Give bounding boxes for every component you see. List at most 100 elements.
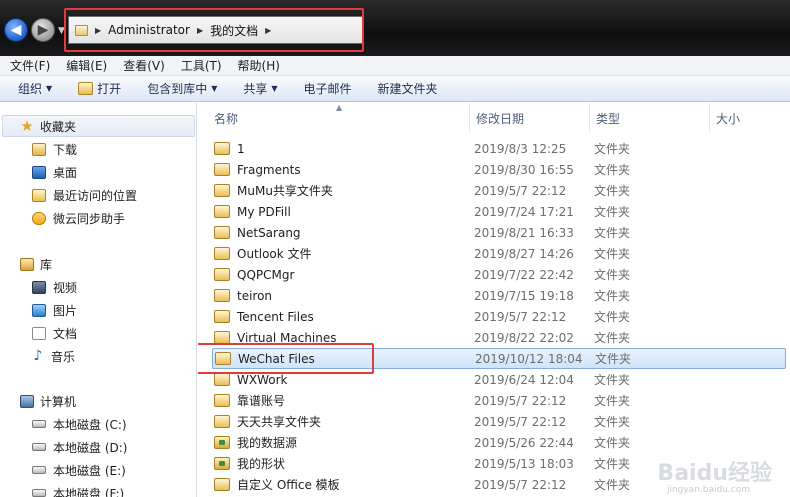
file-type: 文件夹 bbox=[595, 352, 632, 366]
nav-item-videos[interactable]: 视频 bbox=[0, 276, 196, 298]
nav-item-label: 下载 bbox=[53, 142, 78, 157]
include-library-button[interactable]: 包含到库中 ▼ bbox=[147, 80, 217, 97]
nav-item-label: 音乐 bbox=[51, 349, 76, 364]
file-row[interactable]: WeChat Files 2019/10/12 18:04 文件夹 bbox=[212, 348, 786, 369]
hard-disk-icon bbox=[32, 443, 46, 451]
menu-view[interactable]: 查看(V) bbox=[123, 57, 165, 74]
nav-item-pictures[interactable]: 图片 bbox=[0, 299, 196, 321]
file-name-cell: WeChat Files bbox=[215, 352, 315, 366]
file-row[interactable]: Virtual Machines 2019/8/22 22:02 文件夹 bbox=[212, 327, 786, 348]
organize-button[interactable]: 组织 ▼ bbox=[18, 80, 52, 97]
file-row[interactable]: QQPCMgr 2019/7/22 22:42 文件夹 bbox=[212, 264, 786, 285]
nav-item-disk-d[interactable]: 本地磁盘 (D:) bbox=[0, 436, 196, 458]
file-list-pane: ▲ 名称 修改日期 类型 大小 1 2019/8/3 12:25 文件夹 Fragme… bbox=[198, 103, 790, 497]
column-header-size[interactable]: 大小 bbox=[710, 103, 790, 133]
file-type: 文件夹 bbox=[594, 478, 631, 492]
file-row[interactable]: Tencent Files 2019/5/7 22:12 文件夹 bbox=[212, 306, 786, 327]
recent-pages-dropdown-icon[interactable]: ▼ bbox=[58, 26, 65, 36]
file-name-cell: 靠谱账号 bbox=[214, 392, 285, 409]
folder-icon bbox=[214, 268, 230, 281]
file-modified: 2019/8/3 12:25 bbox=[474, 141, 567, 156]
include-library-label: 包含到库中 bbox=[147, 82, 208, 96]
file-row[interactable]: My PDFill 2019/7/24 17:21 文件夹 bbox=[212, 201, 786, 222]
file-type: 文件夹 bbox=[594, 268, 631, 282]
file-modified: 2019/7/22 22:42 bbox=[474, 267, 574, 282]
file-row[interactable]: MuMu共享文件夹 2019/5/7 22:12 文件夹 bbox=[212, 180, 786, 201]
share-button[interactable]: 共享 ▼ bbox=[243, 80, 277, 97]
file-name-cell: teiron bbox=[214, 289, 272, 303]
nav-item-documents[interactable]: 文档 bbox=[0, 322, 196, 344]
file-row[interactable]: 我的数据源 2019/5/26 22:44 文件夹 bbox=[212, 432, 786, 453]
file-row[interactable]: Fragments 2019/8/30 16:55 文件夹 bbox=[212, 159, 786, 180]
nav-item-downloads[interactable]: 下载 bbox=[0, 138, 196, 160]
column-header-type[interactable]: 类型 bbox=[590, 103, 710, 133]
menu-tools[interactable]: 工具(T) bbox=[181, 57, 222, 74]
file-type: 文件夹 bbox=[594, 394, 631, 408]
folder-icon bbox=[215, 352, 231, 365]
recent-places-icon bbox=[32, 188, 46, 202]
file-row[interactable]: teiron 2019/7/15 19:18 文件夹 bbox=[212, 285, 786, 306]
chevron-right-icon[interactable]: ▶ bbox=[265, 26, 271, 35]
column-headers: ▲ 名称 修改日期 类型 大小 bbox=[198, 103, 790, 133]
file-row[interactable]: NetSarang 2019/8/21 16:33 文件夹 bbox=[212, 222, 786, 243]
file-type: 文件夹 bbox=[594, 373, 631, 387]
chevron-right-icon[interactable]: ▶ bbox=[197, 26, 203, 35]
menu-file[interactable]: 文件(F) bbox=[10, 57, 50, 74]
file-row[interactable]: Outlook 文件 2019/8/27 14:26 文件夹 bbox=[212, 243, 786, 264]
file-modified: 2019/8/30 16:55 bbox=[474, 162, 574, 177]
command-bar: 组织 ▼ 打开 包含到库中 ▼ 共享 ▼ 电子邮件 新建文件夹 bbox=[0, 76, 790, 102]
open-button[interactable]: 打开 bbox=[78, 80, 121, 97]
nav-item-desktop[interactable]: 桌面 bbox=[0, 161, 196, 183]
nav-item-label: 视频 bbox=[53, 280, 78, 295]
video-library-icon bbox=[32, 280, 46, 294]
nav-favorites[interactable]: ★ 收藏夹 bbox=[2, 115, 195, 137]
file-row[interactable]: 天天共享文件夹 2019/5/7 22:12 文件夹 bbox=[212, 411, 786, 432]
file-name: MuMu共享文件夹 bbox=[237, 184, 333, 198]
column-type-label: 类型 bbox=[596, 111, 621, 126]
folder-icon bbox=[214, 310, 230, 323]
hard-disk-icon bbox=[32, 420, 46, 428]
back-button[interactable]: ◀ bbox=[4, 18, 28, 42]
column-header-modified[interactable]: 修改日期 bbox=[470, 103, 590, 133]
file-modified: 2019/5/7 22:12 bbox=[474, 183, 567, 198]
nav-item-music[interactable]: ♪ 音乐 bbox=[0, 345, 196, 367]
file-modified: 2019/8/27 14:26 bbox=[474, 246, 574, 261]
file-name: WXWork bbox=[237, 372, 288, 387]
nav-item-weiyun[interactable]: 微云同步助手 bbox=[0, 207, 196, 229]
breadcrumb-segment[interactable]: 我的文档 bbox=[210, 22, 258, 39]
nav-computer[interactable]: 计算机 bbox=[0, 390, 196, 412]
file-row[interactable]: 1 2019/8/3 12:25 文件夹 bbox=[212, 138, 786, 159]
caret-down-icon: ▼ bbox=[211, 84, 218, 93]
caret-down-icon: ▼ bbox=[46, 84, 53, 93]
breadcrumb-segment[interactable]: Administrator bbox=[108, 23, 190, 37]
nav-item-disk-e[interactable]: 本地磁盘 (E:) bbox=[0, 459, 196, 481]
menu-edit[interactable]: 编辑(E) bbox=[66, 57, 107, 74]
downloads-icon bbox=[32, 142, 46, 156]
column-header-name[interactable]: 名称 bbox=[208, 103, 470, 133]
watermark-url: jingyan.baidu.com bbox=[666, 485, 750, 495]
file-name-cell: Fragments bbox=[214, 163, 301, 177]
hard-disk-icon bbox=[32, 466, 46, 474]
nav-item-disk-f[interactable]: 本地磁盘 (F:) bbox=[0, 482, 196, 497]
nav-item-label: 本地磁盘 (E:) bbox=[53, 463, 126, 478]
new-folder-button[interactable]: 新建文件夹 bbox=[378, 80, 438, 97]
file-modified: 2019/6/24 12:04 bbox=[474, 372, 574, 387]
file-name-cell: Tencent Files bbox=[214, 310, 314, 324]
nav-item-disk-c[interactable]: 本地磁盘 (C:) bbox=[0, 413, 196, 435]
file-name: 自定义 Office 模板 bbox=[237, 478, 340, 492]
file-name-cell: QQPCMgr bbox=[214, 268, 294, 282]
chevron-right-icon[interactable]: ▶ bbox=[95, 26, 101, 35]
email-button[interactable]: 电子邮件 bbox=[304, 80, 352, 97]
desktop-icon bbox=[32, 165, 46, 179]
folder-icon bbox=[214, 247, 230, 260]
file-type: 文件夹 bbox=[594, 226, 631, 240]
nav-libraries[interactable]: 库 bbox=[0, 253, 196, 275]
address-bar[interactable]: ▶ Administrator ▶ 我的文档 ▶ bbox=[68, 16, 364, 44]
column-name-label: 名称 bbox=[214, 111, 239, 126]
folder-icon bbox=[214, 205, 230, 218]
forward-button[interactable]: ▶ bbox=[31, 18, 55, 42]
file-row[interactable]: 靠谱账号 2019/5/7 22:12 文件夹 bbox=[212, 390, 786, 411]
nav-item-recent-places[interactable]: 最近访问的位置 bbox=[0, 184, 196, 206]
file-row[interactable]: WXWork 2019/6/24 12:04 文件夹 bbox=[212, 369, 786, 390]
menu-help[interactable]: 帮助(H) bbox=[238, 57, 280, 74]
